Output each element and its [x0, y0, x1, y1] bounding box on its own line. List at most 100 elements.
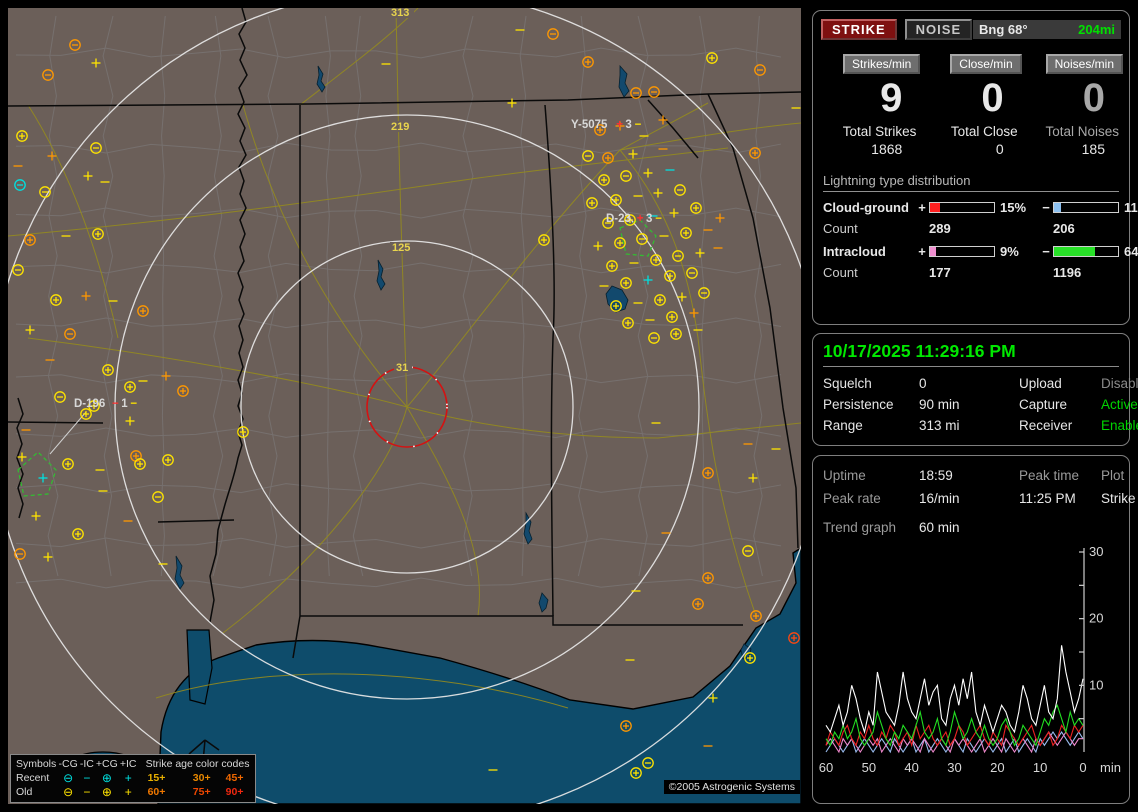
upload-status: Disabled: [1101, 376, 1138, 391]
cell-label-part: +: [637, 213, 644, 225]
plus-sign: +: [915, 244, 929, 259]
ic-positive-percent: 9%: [995, 244, 1039, 259]
minus-sign: −: [1039, 200, 1053, 215]
cell-label-part: 1: [121, 398, 128, 410]
map-legend: Symbols -CG -IC +CG +IC Strike age color…: [10, 754, 256, 803]
cloud-ground-label: Cloud-ground: [823, 200, 915, 215]
strikes-per-min-button[interactable]: Strikes/min: [843, 54, 920, 74]
y-tick-label: 10: [1089, 677, 1103, 692]
trend-graph-label: Trend graph: [823, 520, 919, 535]
statistics-panel: STRIKE NOISE Bng 68° 204mi Strikes/min 9…: [812, 10, 1130, 325]
session-row: Uptime 18:59 Peak time Plot: [813, 456, 1129, 487]
bearing-value: Bng 68°: [979, 22, 1028, 37]
intracloud-count-row: Count 177 1196: [823, 265, 1119, 280]
close-column: Close/min 0 Total Close 0: [920, 54, 1021, 157]
peak-rate-label: Peak rate: [823, 491, 919, 506]
capture-status: Active: [1101, 397, 1138, 412]
cell-label-part: Y-5075: [571, 119, 608, 131]
strikes-column: Strikes/min 9 Total Strikes 1868: [819, 54, 920, 157]
persistence-value: 90 min: [919, 397, 1019, 412]
legend-header-ic-neg: -IC: [79, 757, 95, 771]
noises-column: Noises/min 0 Total Noises 185: [1022, 54, 1123, 157]
session-panel: Uptime 18:59 Peak time Plot Peak rate 16…: [812, 455, 1130, 804]
legend-age-title: Strike age color codes: [138, 757, 251, 771]
trend-chart: 1020306050403020100min: [818, 540, 1124, 790]
intracloud-row: Intracloud + 9% − 64%: [823, 244, 1119, 259]
total-close-value: 0: [920, 139, 1021, 157]
squelch-label: Squelch: [823, 376, 919, 391]
ic-negative-bar: [1053, 246, 1119, 257]
uptime-value: 18:59: [919, 468, 1019, 483]
bearing-display: Bng 68° 204mi: [973, 20, 1121, 39]
cell-label-part: 3: [625, 119, 631, 131]
count-label: Count: [823, 265, 915, 280]
upload-label: Upload: [1019, 376, 1101, 391]
peak-rate-value: 16/min: [919, 491, 1019, 506]
status-row: Persistence 90 min Capture Active: [813, 394, 1129, 415]
distribution-title: Lightning type distribution: [823, 173, 1119, 192]
divider: [823, 366, 1119, 367]
cg-negative-bar: [1053, 202, 1119, 213]
noises-per-min-button[interactable]: Noises/min: [1046, 54, 1123, 74]
cg-positive-percent: 15%: [995, 200, 1039, 215]
map-canvas[interactable]: 31321912531 Y-5075+3−D-23+3−D-196−1−: [8, 8, 801, 804]
y-tick-label: 30: [1089, 544, 1103, 559]
legend-table: Symbols -CG -IC +CG +IC Strike age color…: [15, 757, 251, 799]
plus-sign: +: [915, 200, 929, 215]
ic-negative-count: 1196: [1053, 265, 1138, 280]
cell-label-part: −: [130, 398, 137, 410]
legend-row-recent: Recent⊖−⊕+15+30+45+: [15, 771, 251, 785]
cell-label-part: D-23: [606, 213, 631, 225]
legend-header-cg-pos: +CG: [95, 757, 119, 771]
x-tick-label: 40: [904, 760, 918, 775]
trend-graph-value: 60 min: [919, 520, 1119, 535]
x-tick-label: 30: [947, 760, 961, 775]
session-row: Peak rate 16/min 11:25 PM Strike: [813, 487, 1129, 510]
minus-sign: −: [1039, 244, 1053, 259]
ring-label-31: 31: [396, 362, 408, 374]
cg-positive-count: 289: [929, 221, 1039, 236]
rate-columns: Strikes/min 9 Total Strikes 1868 Close/m…: [813, 40, 1129, 157]
ring-label-219: 219: [391, 121, 409, 133]
cell-label-part: −: [635, 119, 642, 131]
close-per-min-value: 0: [920, 74, 1021, 120]
plot-mode-value: Strike: [1101, 491, 1136, 506]
total-strikes-label: Total Strikes: [819, 120, 920, 139]
lightning-distribution: Lightning type distribution Cloud-ground…: [813, 157, 1129, 280]
noise-button[interactable]: NOISE: [905, 19, 972, 40]
x-axis-unit: min: [1100, 760, 1121, 775]
ring-label-313: 313: [391, 8, 409, 19]
x-tick-label: 50: [862, 760, 876, 775]
total-close-label: Total Close: [920, 120, 1021, 139]
receiver-status: Enabled: [1101, 418, 1138, 433]
strike-button[interactable]: STRIKE: [821, 19, 897, 40]
close-per-min-button[interactable]: Close/min: [950, 54, 1021, 74]
cloud-ground-row: Cloud-ground + 15% − 11%: [823, 200, 1119, 215]
total-noises-label: Total Noises: [1022, 120, 1123, 139]
receiver-label: Receiver: [1019, 418, 1101, 433]
intracloud-label: Intracloud: [823, 244, 915, 259]
legend-header-cg-neg: -CG: [57, 757, 78, 771]
strikes-per-min-value: 9: [819, 74, 920, 120]
plot-label: Plot: [1101, 468, 1124, 483]
status-panel: 10/17/2025 11:29:16 PM Squelch 0 Upload …: [812, 333, 1130, 446]
lightning-map[interactable]: 31321912531 Y-5075+3−D-23+3−D-196−1− Sym…: [8, 8, 801, 804]
cell-label-part: −: [655, 213, 662, 225]
range-value: 313 mi: [919, 418, 1019, 433]
noises-per-min-value: 0: [1022, 74, 1123, 120]
trend-graph-row: Trend graph 60 min: [813, 510, 1129, 535]
cloud-ground-count-row: Count 289 206: [823, 221, 1119, 236]
ic-positive-bar: [929, 246, 995, 257]
cg-negative-count: 206: [1053, 221, 1138, 236]
capture-label: Capture: [1019, 397, 1101, 412]
cg-negative-percent: 11%: [1119, 200, 1138, 215]
cell-label-part: D-196: [74, 398, 105, 410]
distance-value: 204mi: [1078, 22, 1115, 37]
legend-header-row: Symbols -CG -IC +CG +IC Strike age color…: [15, 757, 251, 771]
cell-label-part: +: [616, 119, 623, 131]
ic-negative-percent: 64%: [1119, 244, 1138, 259]
persistence-label: Persistence: [823, 397, 919, 412]
y-tick-label: 20: [1089, 611, 1103, 626]
x-tick-label: 10: [1033, 760, 1047, 775]
peak-time-label: Peak time: [1019, 468, 1101, 483]
